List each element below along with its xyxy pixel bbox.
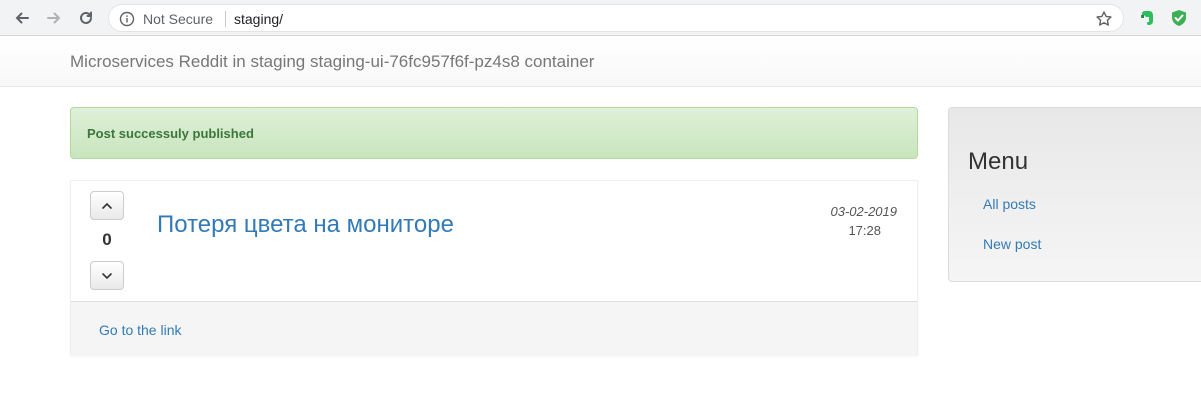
address-bar[interactable]: Not Secure staging/ bbox=[108, 4, 1124, 32]
menu-item-new-post[interactable]: New post bbox=[983, 236, 1041, 252]
back-button[interactable] bbox=[10, 6, 34, 30]
divider bbox=[225, 11, 226, 27]
post-footer: Go to the link bbox=[71, 301, 917, 356]
vote-count: 0 bbox=[102, 230, 112, 249]
post-title-link[interactable]: Потеря цвета на мониторе bbox=[157, 210, 454, 240]
post-date: 03-02-2019 bbox=[830, 204, 898, 219]
chevron-up-icon bbox=[102, 202, 112, 209]
post-time: 17:28 bbox=[848, 223, 881, 238]
menu-title: Menu bbox=[968, 148, 1029, 175]
downvote-button[interactable] bbox=[90, 261, 124, 290]
security-label: Not Secure bbox=[143, 11, 214, 27]
info-icon[interactable] bbox=[119, 11, 135, 27]
reload-button[interactable] bbox=[74, 6, 98, 30]
reload-icon bbox=[80, 11, 92, 24]
bookmark-star-icon[interactable] bbox=[1095, 10, 1113, 28]
chevron-down-icon bbox=[102, 272, 112, 279]
arrow-left-icon bbox=[15, 12, 29, 24]
menu-item-all-posts[interactable]: All posts bbox=[983, 196, 1036, 212]
post-card: 0 Потеря цвета на мониторе 03-02-2019 17… bbox=[70, 180, 918, 356]
site-navbar: Microservices Reddit in staging staging-… bbox=[0, 37, 1201, 87]
forward-button[interactable] bbox=[42, 6, 66, 30]
shield-extension-icon[interactable] bbox=[1169, 8, 1189, 28]
browser-toolbar: Not Secure staging/ bbox=[0, 0, 1201, 36]
evernote-extension-icon[interactable] bbox=[1137, 8, 1157, 28]
success-alert: Post successuly published bbox=[70, 107, 918, 159]
go-to-link[interactable]: Go to the link bbox=[99, 322, 182, 338]
sidebar-menu: Menu All posts New post bbox=[948, 107, 1201, 282]
upvote-button[interactable] bbox=[90, 191, 124, 220]
url-text[interactable]: staging/ bbox=[234, 11, 283, 27]
navbar-brand[interactable]: Microservices Reddit in staging staging-… bbox=[70, 52, 594, 72]
alert-message: Post successuly published bbox=[87, 126, 254, 141]
arrow-right-icon bbox=[47, 12, 61, 24]
